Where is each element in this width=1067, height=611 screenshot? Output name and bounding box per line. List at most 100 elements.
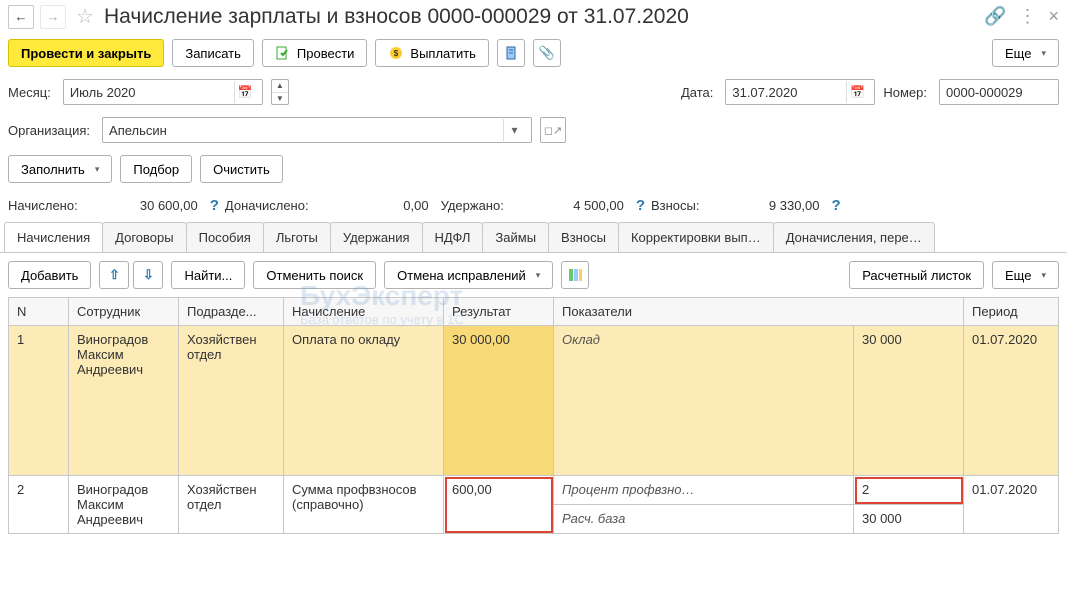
pay-button-label: Выплатить — [410, 46, 476, 61]
org-pick-button[interactable]: ◻↗ — [540, 117, 566, 143]
svg-text:$: $ — [394, 49, 399, 58]
cell-employee: Виноградов Максим Андреевич — [69, 476, 179, 534]
calendar-icon[interactable]: 📅 — [846, 81, 868, 103]
step-down-icon[interactable]: ▼ — [272, 93, 288, 105]
more-button[interactable]: Еще ▾ — [992, 39, 1059, 67]
cell-result: 600,00 — [444, 476, 554, 534]
payslip-button[interactable]: Расчетный листок — [849, 261, 984, 289]
date-input[interactable]: 31.07.2020 📅 — [725, 79, 875, 105]
month-stepper[interactable]: ▲ ▼ — [271, 79, 289, 105]
tab-loans[interactable]: Займы — [482, 222, 549, 252]
org-value: Апельсин — [109, 123, 503, 138]
cell-n: 2 — [9, 476, 69, 534]
favorite-star-icon[interactable]: ☆ — [76, 4, 94, 29]
chevron-down-icon: ▾ — [95, 164, 100, 175]
add-button[interactable]: Добавить — [8, 261, 91, 289]
cell-period: 01.07.2020 — [964, 326, 1059, 476]
step-up-icon[interactable]: ▲ — [272, 80, 288, 93]
tab-deductions[interactable]: Удержания — [330, 222, 423, 252]
save-button[interactable]: Записать — [172, 39, 254, 67]
cell-indicator-name: Расч. база — [554, 505, 854, 534]
month-label: Месяц: — [8, 85, 51, 100]
tab-bar: Начисления Договоры Пособия Льготы Удерж… — [0, 222, 1067, 253]
cell-indicator-value: 30 000 — [854, 505, 964, 534]
col-accrual[interactable]: Начисление — [284, 298, 444, 326]
contrib-label: Взносы: — [651, 198, 700, 213]
kebab-menu-icon[interactable]: ⋮ — [1018, 6, 1036, 27]
cancel-search-button[interactable]: Отменить поиск — [253, 261, 376, 289]
pick-icon: ◻↗ — [544, 124, 562, 137]
accruals-table[interactable]: N Сотрудник Подразде... Начисление Резул… — [8, 297, 1059, 534]
nav-forward-button[interactable]: → — [40, 5, 66, 29]
tab-accruals[interactable]: Начисления — [4, 222, 103, 252]
clear-button[interactable]: Очистить — [200, 155, 283, 183]
cell-accrual: Оплата по окладу — [284, 326, 444, 476]
nav-back-button[interactable]: ← — [8, 5, 34, 29]
pay-button[interactable]: $ Выплатить — [375, 39, 489, 67]
link-icon[interactable]: 🔗 — [984, 6, 1006, 27]
cancel-corrections-label: Отмена исправлений — [397, 268, 526, 283]
find-button[interactable]: Найти... — [171, 261, 245, 289]
col-employee[interactable]: Сотрудник — [69, 298, 179, 326]
tab-ndfl[interactable]: НДФЛ — [422, 222, 484, 252]
columns-button[interactable] — [561, 261, 589, 289]
chevron-down-icon: ▾ — [1041, 270, 1046, 281]
report-button[interactable] — [497, 39, 525, 67]
withheld-help-icon[interactable]: ? — [636, 197, 645, 214]
withheld-value: 4 500,00 — [510, 198, 630, 213]
tab-contracts[interactable]: Договоры — [102, 222, 186, 252]
columns-icon — [567, 267, 583, 283]
contrib-help-icon[interactable]: ? — [832, 197, 841, 214]
cell-indicator-value: 2 — [854, 476, 964, 505]
chevron-down-icon: ▾ — [1041, 48, 1046, 59]
col-result[interactable]: Результат — [444, 298, 554, 326]
cell-period: 01.07.2020 — [964, 476, 1059, 534]
calendar-icon[interactable]: 📅 — [234, 81, 256, 103]
tab-more-button[interactable]: Еще ▾ — [992, 261, 1059, 289]
attachment-button[interactable]: 📎 — [533, 39, 561, 67]
number-label: Номер: — [883, 85, 927, 100]
accrued-help-icon[interactable]: ? — [210, 197, 219, 214]
number-value: 0000-000029 — [946, 85, 1052, 100]
month-input[interactable]: Июль 2020 📅 — [63, 79, 263, 105]
withheld-label: Удержано: — [441, 198, 504, 213]
cancel-corrections-button[interactable]: Отмена исправлений ▾ — [384, 261, 553, 289]
tab-benefits[interactable]: Пособия — [186, 222, 264, 252]
dropdown-icon[interactable]: ▾ — [503, 119, 525, 141]
number-input[interactable]: 0000-000029 — [939, 79, 1059, 105]
cell-accrual: Сумма профвзносов (справочно) — [284, 476, 444, 534]
tab-contributions[interactable]: Взносы — [548, 222, 619, 252]
post-and-close-button[interactable]: Провести и закрыть — [8, 39, 164, 67]
table-row[interactable]: 1 Виноградов Максим Андреевич Хозяйствен… — [9, 326, 1059, 476]
date-label: Дата: — [681, 85, 713, 100]
col-indicators[interactable]: Показатели — [554, 298, 964, 326]
move-down-button[interactable]: ⇩ — [133, 261, 163, 289]
fill-button[interactable]: Заполнить ▾ — [8, 155, 112, 183]
post-button-label: Провести — [297, 46, 355, 61]
pay-icon: $ — [388, 45, 404, 61]
post-icon — [275, 45, 291, 61]
tab-extra-accruals[interactable]: Доначисления, пере… — [773, 222, 935, 252]
post-button[interactable]: Провести — [262, 39, 368, 67]
more-button-label: Еще — [1005, 46, 1031, 61]
cell-dept: Хозяйствен отдел — [179, 326, 284, 476]
tab-privileges[interactable]: Льготы — [263, 222, 331, 252]
col-period[interactable]: Период — [964, 298, 1059, 326]
fill-button-label: Заполнить — [21, 162, 85, 177]
table-row[interactable]: 2 Виноградов Максим Андреевич Хозяйствен… — [9, 476, 1059, 505]
close-icon[interactable]: × — [1048, 6, 1059, 27]
cell-result: 30 000,00 — [444, 326, 554, 476]
col-n[interactable]: N — [9, 298, 69, 326]
org-input[interactable]: Апельсин ▾ — [102, 117, 532, 143]
col-dept[interactable]: Подразде... — [179, 298, 284, 326]
cell-indicator-value: 30 000 — [854, 326, 964, 476]
window-title: Начисление зарплаты и взносов 0000-00002… — [104, 5, 978, 29]
select-button[interactable]: Подбор — [120, 155, 192, 183]
extra-label: Доначислено: — [225, 198, 309, 213]
org-label: Организация: — [8, 123, 90, 138]
cell-employee: Виноградов Максим Андреевич — [69, 326, 179, 476]
move-up-button[interactable]: ⇧ — [99, 261, 129, 289]
cell-n: 1 — [9, 326, 69, 476]
tab-corrections[interactable]: Корректировки вып… — [618, 222, 774, 252]
report-icon — [503, 45, 519, 61]
